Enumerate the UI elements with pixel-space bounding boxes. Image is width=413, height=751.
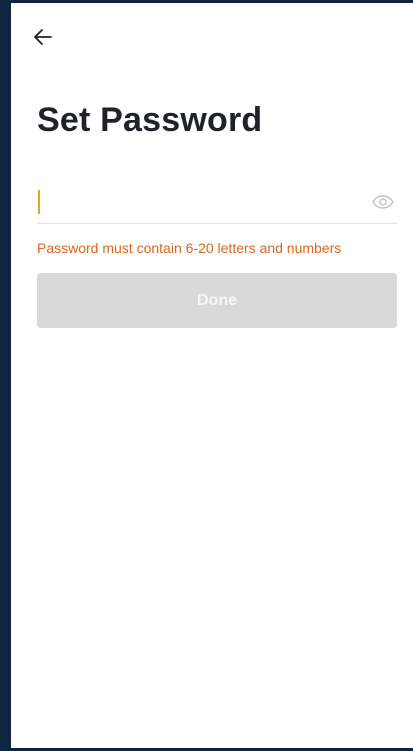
- arrow-left-icon: [34, 29, 52, 45]
- app-screen: Set Password Password must contain 6-20 …: [11, 3, 413, 748]
- done-button[interactable]: Done: [37, 273, 397, 328]
- eye-icon: [372, 195, 394, 209]
- password-hint: Password must contain 6-20 letters and n…: [37, 240, 342, 256]
- password-input[interactable]: [37, 183, 357, 221]
- text-caret: [38, 190, 40, 214]
- password-field-container: [37, 183, 397, 224]
- password-visibility-toggle[interactable]: [371, 193, 395, 211]
- page-title: Set Password: [37, 101, 263, 139]
- back-button[interactable]: [29, 23, 57, 51]
